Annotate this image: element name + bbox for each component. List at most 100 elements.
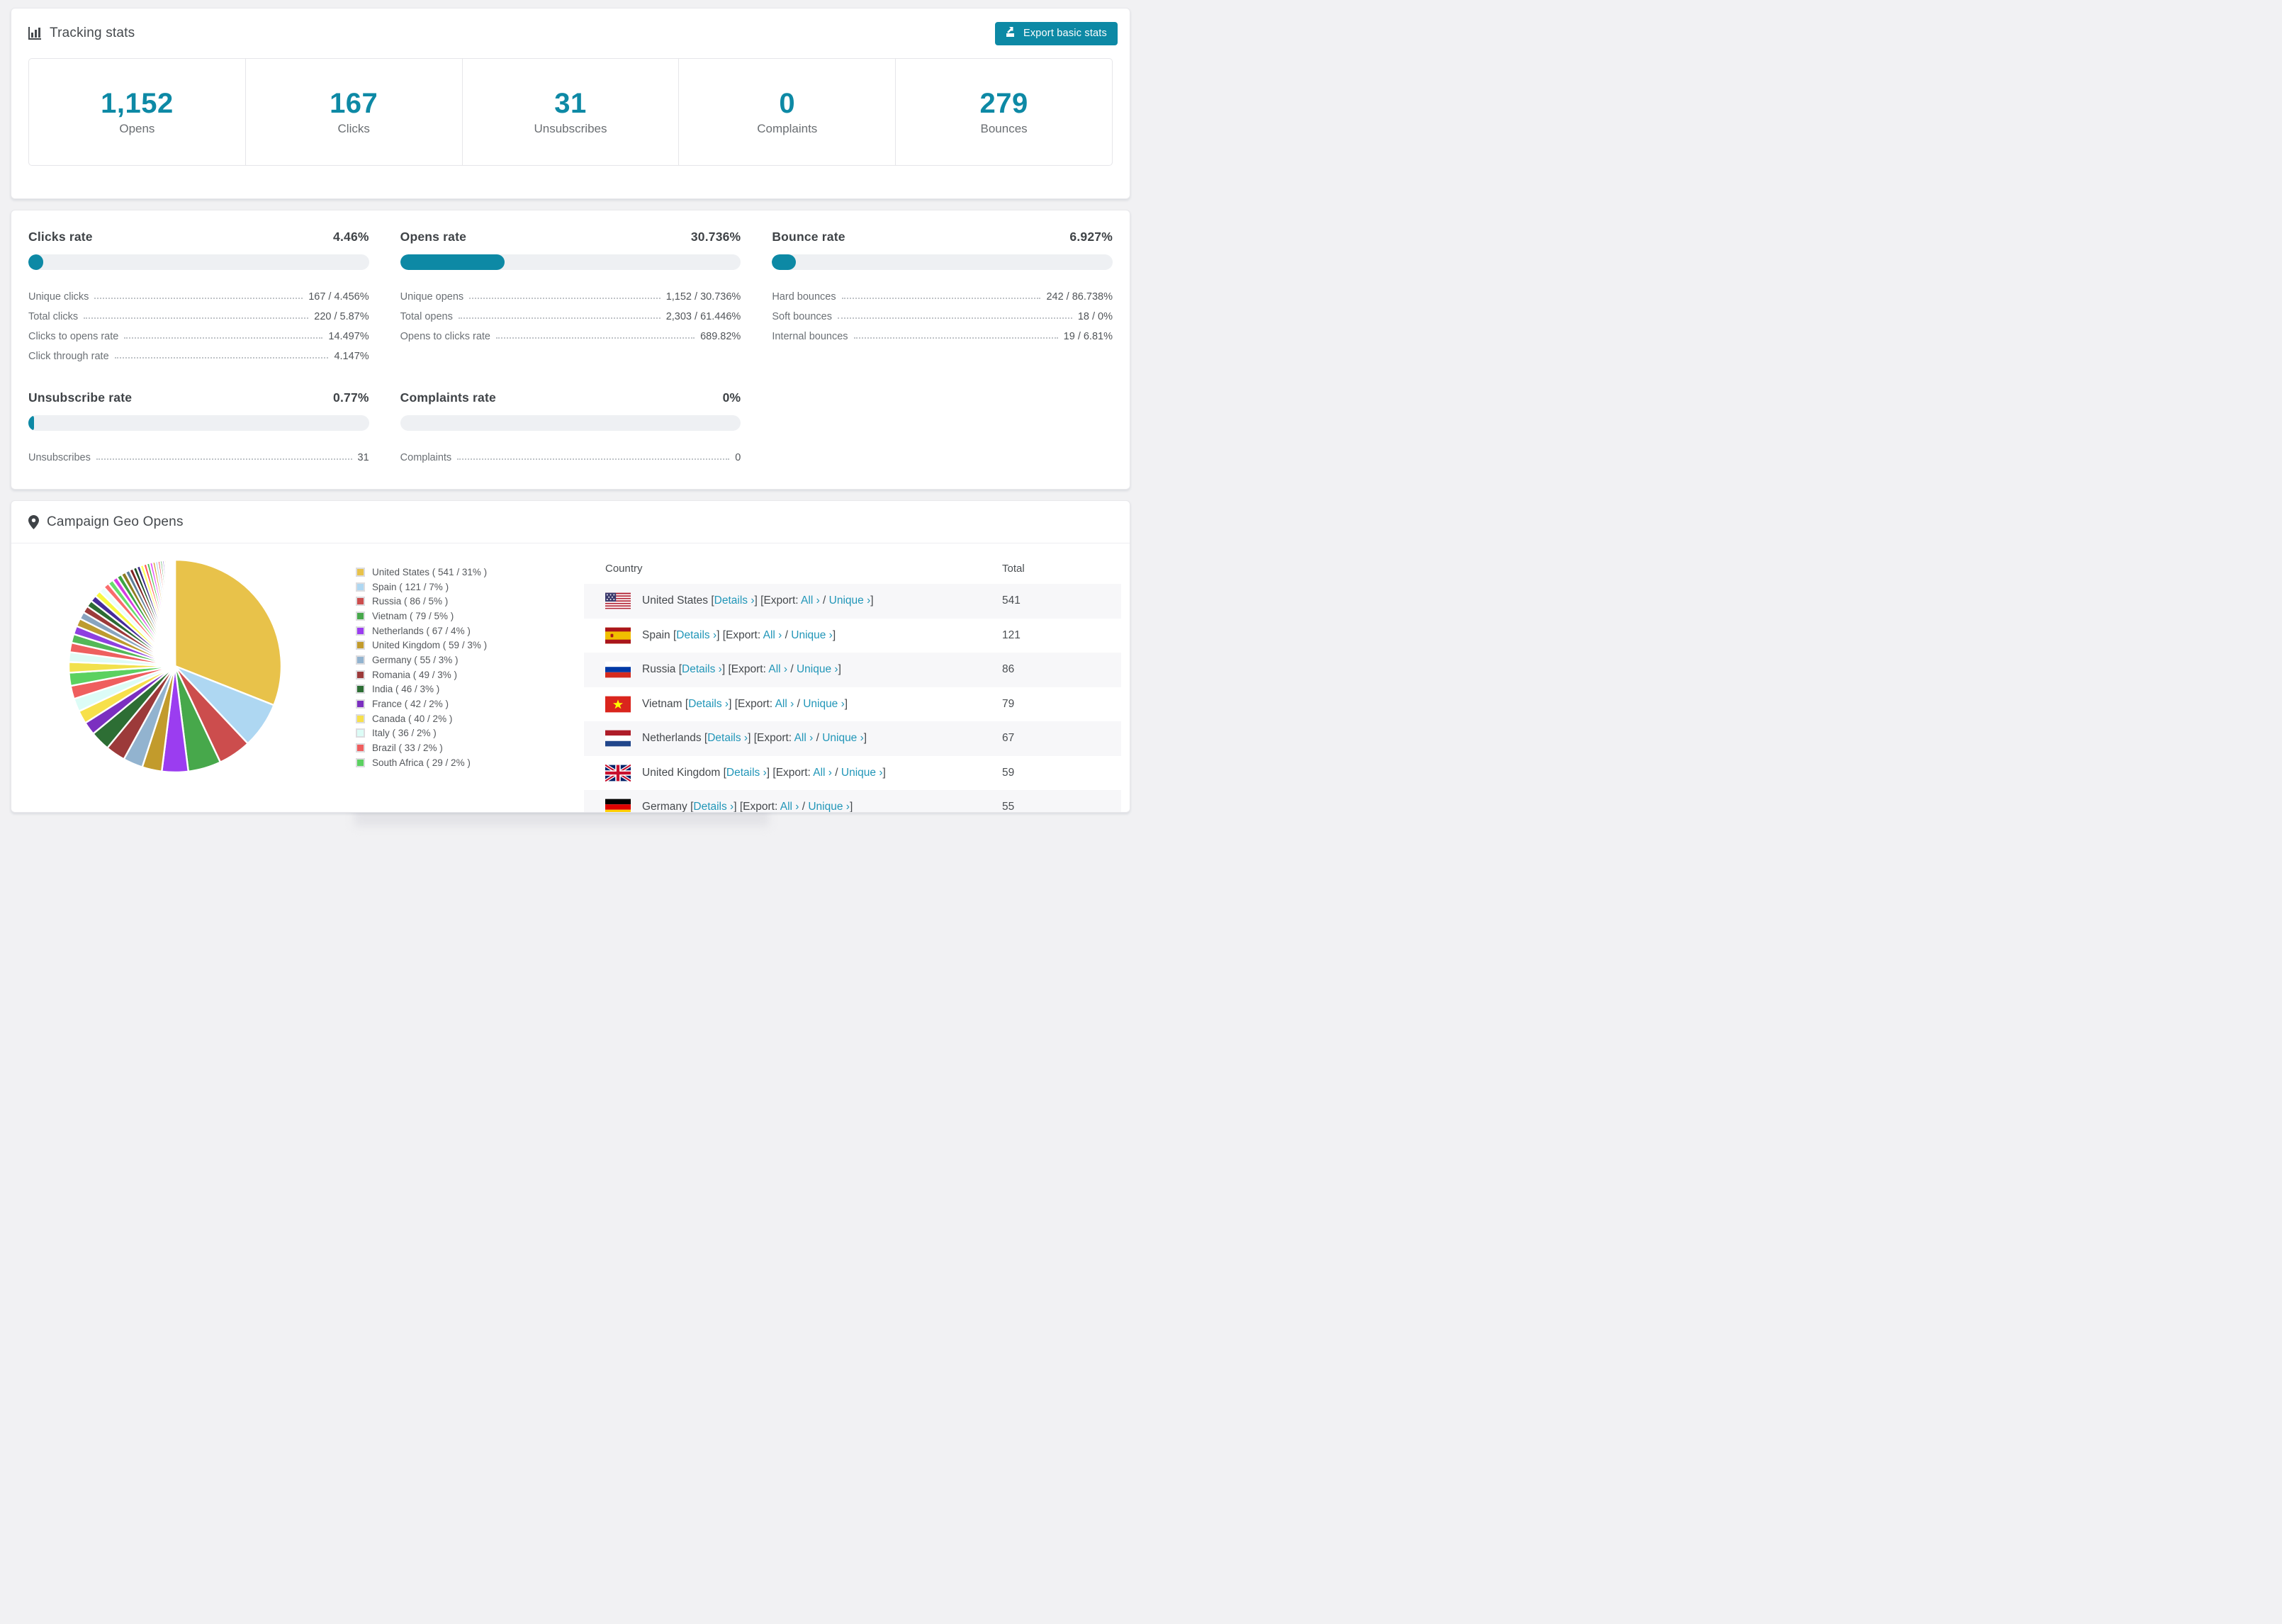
- rate-detail-row: Internal bounces 19 / 6.81%: [772, 324, 1113, 344]
- dotted-leader: [94, 298, 303, 299]
- bracket: ]: [882, 766, 886, 779]
- vn-flag-icon: [605, 696, 631, 713]
- us-flag-icon: [605, 592, 631, 609]
- export-label: [Export:: [760, 594, 802, 607]
- export-all-link[interactable]: All ›: [775, 698, 794, 710]
- stat-value: 279: [979, 88, 1028, 119]
- rate-section-bounce-rate: Bounce rate 6.927% Hard bounces 242 / 86.73…: [772, 230, 1113, 363]
- rate-row-value: 18 / 0%: [1077, 311, 1113, 322]
- export-unique-link[interactable]: Unique ›: [797, 663, 838, 675]
- legend-swatch: [356, 626, 365, 636]
- rate-row-value: 14.497%: [328, 331, 369, 342]
- export-all-link[interactable]: All ›: [780, 801, 799, 812]
- export-unique-link[interactable]: Unique ›: [808, 801, 850, 812]
- export-unique-link[interactable]: Unique ›: [829, 594, 871, 607]
- bracket: ]: [729, 697, 735, 710]
- legend-swatch: [356, 714, 365, 723]
- separator: /: [782, 628, 792, 641]
- rate-row-label: Unique clicks: [28, 291, 89, 303]
- map-pin-icon: [28, 514, 39, 529]
- rate-detail-row: Total clicks 220 / 5.87%: [28, 304, 369, 324]
- rate-row-label: Opens to clicks rate: [400, 331, 490, 342]
- export-unique-link[interactable]: Unique ›: [841, 767, 883, 779]
- country-links: United States [Details ›] [Export: All ›…: [642, 594, 874, 607]
- legend-swatch: [356, 611, 365, 621]
- stat-label: Opens: [119, 122, 155, 135]
- export-unique-link[interactable]: Unique ›: [803, 698, 845, 710]
- dotted-leader: [495, 337, 695, 339]
- bar-chart-icon: [28, 26, 42, 40]
- pie-slice: [174, 558, 176, 667]
- rate-row-label: Soft bounces: [772, 311, 832, 322]
- export-all-link[interactable]: All ›: [813, 767, 832, 779]
- rates-card: Clicks rate 4.46% Unique clicks 167 / 4.456…: [11, 210, 1130, 490]
- details-link[interactable]: Details ›: [682, 663, 722, 675]
- rate-progress-fill: [772, 254, 796, 270]
- export-label: [Export:: [772, 766, 814, 779]
- geo-pie-chart: [11, 543, 356, 812]
- country-total: 541: [1002, 594, 1021, 607]
- export-unique-link[interactable]: Unique ›: [822, 732, 864, 744]
- export-unique-link[interactable]: Unique ›: [791, 629, 833, 641]
- export-icon: [1006, 26, 1017, 40]
- rate-value: 0.77%: [333, 390, 369, 405]
- export-label: [Export:: [728, 663, 769, 676]
- rate-row-value: 220 / 5.87%: [314, 311, 369, 322]
- legend-swatch: [356, 567, 365, 577]
- dotted-leader: [124, 337, 323, 339]
- details-link[interactable]: Details ›: [688, 698, 729, 710]
- legend-label: Vietnam ( 79 / 5% ): [372, 610, 454, 621]
- country-links: Spain [Details ›] [Export: All › / Uniqu…: [642, 629, 836, 642]
- nl-flag-icon: [605, 730, 631, 747]
- rate-detail-row: Complaints 0: [400, 445, 741, 465]
- rate-section-unsubscribe-rate: Unsubscribe rate 0.77% Unsubscribes 31: [28, 390, 369, 465]
- export-all-link[interactable]: All ›: [768, 663, 787, 675]
- stat-cell-clicks: 167 Clicks: [244, 59, 462, 165]
- stat-label: Complaints: [757, 122, 818, 135]
- geo-table-row-de: Germany [Details ›] [Export: All › / Uni…: [584, 790, 1121, 813]
- details-link[interactable]: Details ›: [726, 767, 767, 779]
- legend-item-canada: Canada ( 40 / 2% ): [356, 711, 584, 726]
- details-link[interactable]: Details ›: [693, 801, 734, 812]
- rate-row-label: Total opens: [400, 311, 453, 322]
- page: Tracking stats Export basic stats 1,152 O…: [0, 0, 1141, 826]
- export-all-link[interactable]: All ›: [763, 629, 782, 641]
- bracket: ]: [716, 628, 723, 641]
- de-flag-icon: [605, 799, 631, 812]
- legend-label: United Kingdom ( 59 / 3% ): [372, 640, 488, 651]
- legend-item-spain: Spain ( 121 / 7% ): [356, 580, 584, 594]
- legend-label: India ( 46 / 3% ): [372, 684, 440, 695]
- geo-table: Country Total United States [Details ›] …: [584, 543, 1130, 813]
- country-links: Netherlands [Details ›] [Export: All › /…: [642, 732, 867, 745]
- tracking-stats-title: Tracking stats: [28, 26, 135, 41]
- export-all-link[interactable]: All ›: [794, 732, 814, 744]
- rates-grid: Clicks rate 4.46% Unique clicks 167 / 4.456…: [28, 230, 1113, 465]
- bracket: ]: [849, 801, 853, 813]
- bracket: ]: [748, 732, 754, 745]
- legend-item-italy: Italy ( 36 / 2% ): [356, 726, 584, 741]
- legend-label: Russia ( 86 / 5% ): [372, 596, 449, 607]
- details-link[interactable]: Details ›: [676, 629, 716, 641]
- rate-row-label: Complaints: [400, 452, 452, 463]
- legend-label: United States ( 541 / 31% ): [372, 566, 488, 577]
- bracket: ]: [844, 697, 848, 710]
- rate-title: Unsubscribe rate: [28, 390, 133, 405]
- country-name: United Kingdom: [642, 766, 724, 779]
- geo-body: United States ( 541 / 31% ) Spain ( 121 /…: [11, 543, 1130, 813]
- dotted-leader: [837, 317, 1072, 319]
- export-all-link[interactable]: All ›: [801, 594, 820, 607]
- details-link[interactable]: Details ›: [714, 594, 755, 607]
- dotted-leader: [114, 357, 329, 359]
- bracket: ]: [870, 594, 874, 607]
- country-total: 55: [1002, 801, 1015, 813]
- rate-title: Bounce rate: [772, 230, 845, 244]
- export-label: [Export:: [722, 628, 763, 641]
- rate-detail-row: Clicks to opens rate 14.497%: [28, 324, 369, 344]
- rate-title: Clicks rate: [28, 230, 93, 244]
- details-link[interactable]: Details ›: [707, 732, 748, 744]
- legend-item-netherlands: Netherlands ( 67 / 4% ): [356, 624, 584, 638]
- export-basic-stats-button[interactable]: Export basic stats: [994, 21, 1118, 45]
- geo-table-row-vn: Vietnam [Details ›] [Export: All › / Uni…: [584, 687, 1121, 722]
- rate-row-label: Unsubscribes: [28, 452, 91, 463]
- bracket: ]: [838, 663, 841, 676]
